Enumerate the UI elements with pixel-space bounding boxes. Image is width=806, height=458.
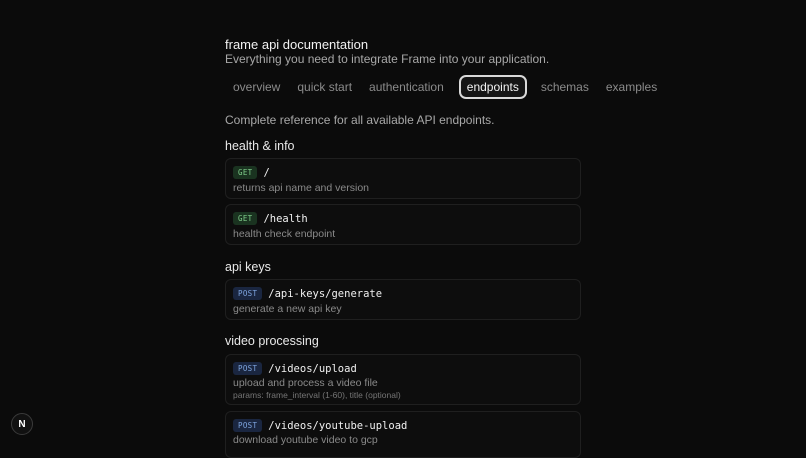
endpoint-description: download youtube video to gcp xyxy=(233,434,378,446)
method-badge: GET xyxy=(233,212,258,225)
tab-examples[interactable]: examples xyxy=(598,75,665,99)
endpoint-params: params: frame_interval (1-60), title (op… xyxy=(233,390,401,400)
method-badge: POST xyxy=(233,287,263,300)
tab-quick-start[interactable]: quick start xyxy=(289,75,360,99)
tab-authentication[interactable]: authentication xyxy=(361,75,452,99)
endpoint-card-root[interactable]: GET / returns api name and version xyxy=(225,158,581,199)
method-badge: GET xyxy=(233,166,258,179)
endpoint-card-health[interactable]: GET /health health check endpoint xyxy=(225,204,581,245)
endpoint-path: / xyxy=(263,166,270,179)
method-badge: POST xyxy=(233,362,263,375)
tab-endpoints[interactable]: endpoints xyxy=(458,75,527,99)
endpoint-card-videos-upload[interactable]: POST /videos/upload upload and process a… xyxy=(225,354,581,405)
section-title-video-processing: video processing xyxy=(225,334,319,348)
section-title-api-keys: api keys xyxy=(225,260,271,274)
endpoint-description: returns api name and version xyxy=(233,182,369,194)
endpoints-lead-text: Complete reference for all available API… xyxy=(225,113,495,127)
nextjs-logo-icon[interactable]: N xyxy=(11,413,33,435)
page-title: frame api documentation xyxy=(225,37,369,52)
endpoint-path: /api-keys/generate xyxy=(268,287,383,300)
endpoint-path: /health xyxy=(263,212,308,225)
endpoint-description: generate a new api key xyxy=(233,303,342,315)
endpoint-path: /videos/upload xyxy=(268,362,357,375)
section-title-health: health & info xyxy=(225,139,295,153)
method-badge: POST xyxy=(233,419,263,432)
endpoint-description: health check endpoint xyxy=(233,228,336,240)
endpoint-path: /videos/youtube-upload xyxy=(268,419,408,432)
tab-overview[interactable]: overview xyxy=(225,75,288,99)
endpoint-card-youtube-upload[interactable]: POST /videos/youtube-upload download you… xyxy=(225,411,581,458)
endpoint-description: upload and process a video file xyxy=(233,377,378,389)
endpoint-card-api-keys-generate[interactable]: POST /api-keys/generate generate a new a… xyxy=(225,279,581,320)
page-subtitle: Everything you need to integrate Frame i… xyxy=(225,52,550,66)
tab-schemas[interactable]: schemas xyxy=(533,75,597,99)
tab-bar: overview quick start authentication endp… xyxy=(225,75,666,99)
